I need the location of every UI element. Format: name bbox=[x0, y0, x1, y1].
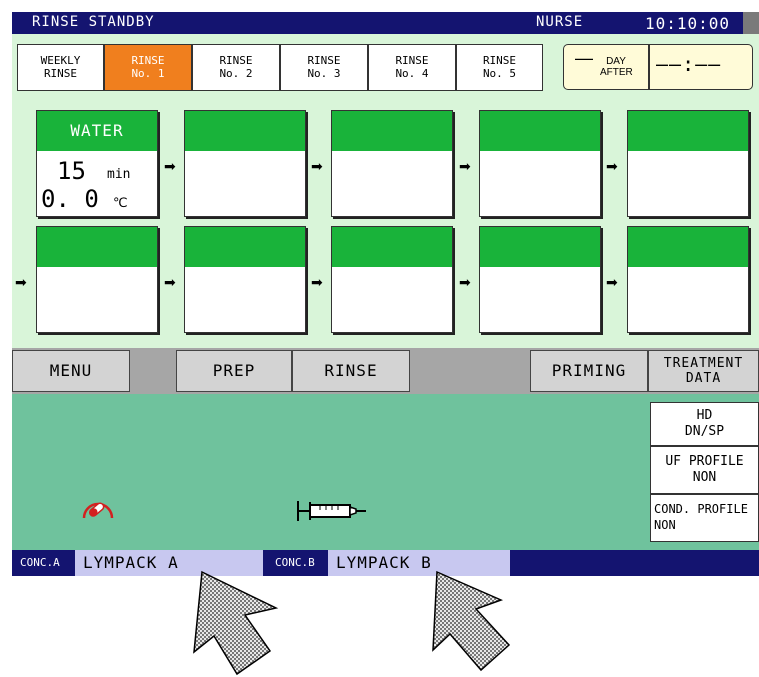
pointer-arrow-icon bbox=[432, 570, 511, 672]
pointer-arrow-icon bbox=[193, 570, 279, 676]
pointer-overlay bbox=[193, 570, 511, 676]
